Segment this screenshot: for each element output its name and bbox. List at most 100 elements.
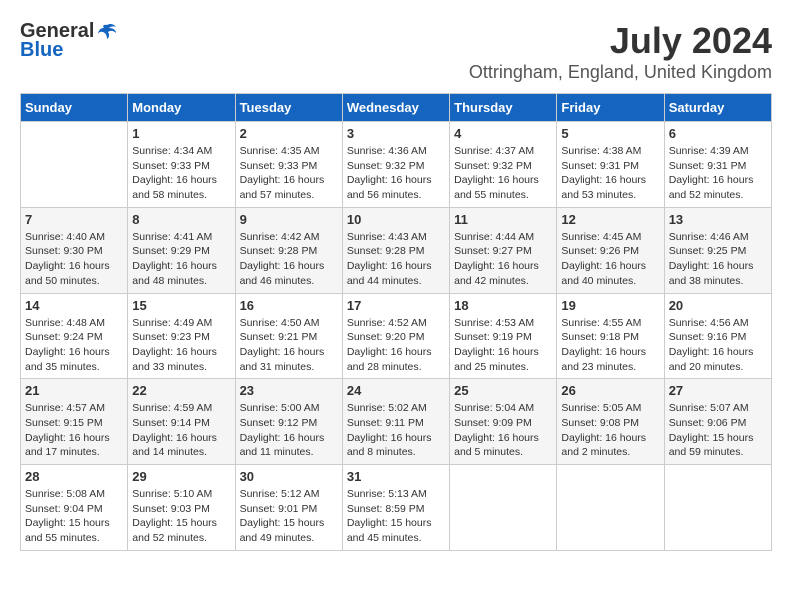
day-info: Sunrise: 5:12 AM Sunset: 9:01 PM Dayligh… [240, 487, 338, 546]
day-info: Sunrise: 4:44 AM Sunset: 9:27 PM Dayligh… [454, 230, 552, 289]
day-number: 5 [561, 126, 659, 141]
day-info: Sunrise: 4:55 AM Sunset: 9:18 PM Dayligh… [561, 316, 659, 375]
table-row: 11 Sunrise: 4:44 AM Sunset: 9:27 PM Dayli… [450, 207, 557, 293]
day-info: Sunrise: 4:45 AM Sunset: 9:26 PM Dayligh… [561, 230, 659, 289]
day-info: Sunrise: 4:40 AM Sunset: 9:30 PM Dayligh… [25, 230, 123, 289]
day-info: Sunrise: 5:07 AM Sunset: 9:06 PM Dayligh… [669, 401, 767, 460]
calendar-week-row: 7 Sunrise: 4:40 AM Sunset: 9:30 PM Daylig… [21, 207, 772, 293]
table-row: 29Sunrise: 5:10 AM Sunset: 9:03 PM Dayli… [128, 465, 235, 551]
day-info: Sunrise: 4:53 AM Sunset: 9:19 PM Dayligh… [454, 316, 552, 375]
day-info: Sunrise: 4:59 AM Sunset: 9:14 PM Dayligh… [132, 401, 230, 460]
table-row: 28 Sunrise: 5:08 AM Sunset: 9:04 PM Dayli… [21, 465, 128, 551]
header-sunday: Sunday [21, 94, 128, 122]
day-info: Sunrise: 4:42 AM Sunset: 9:28 PM Dayligh… [240, 230, 338, 289]
day-number: 14 [25, 298, 123, 313]
day-number: 10 [347, 212, 445, 227]
location-title: Ottringham, England, United Kingdom [469, 62, 772, 83]
table-row: 3 Sunrise: 4:36 AM Sunset: 9:32 PM Daylig… [342, 122, 449, 208]
day-number: 8 [132, 212, 230, 227]
day-number: 12 [561, 212, 659, 227]
day-info: Sunrise: 4:41 AM Sunset: 9:29 PM Dayligh… [132, 230, 230, 289]
day-info: Sunrise: 4:56 AM Sunset: 9:16 PM Dayligh… [669, 316, 767, 375]
day-info: Sunrise: 4:35 AM Sunset: 9:33 PM Dayligh… [240, 144, 338, 203]
header-monday: Monday [128, 94, 235, 122]
day-number: 23 [240, 383, 338, 398]
day-info: Sunrise: 5:04 AM Sunset: 9:09 PM Dayligh… [454, 401, 552, 460]
table-row: 16Sunrise: 4:50 AM Sunset: 9:21 PM Dayli… [235, 293, 342, 379]
header-saturday: Saturday [664, 94, 771, 122]
table-row: 13 Sunrise: 4:46 AM Sunset: 9:25 PM Dayli… [664, 207, 771, 293]
table-row: 22 Sunrise: 4:59 AM Sunset: 9:14 PM Dayli… [128, 379, 235, 465]
day-info: Sunrise: 5:05 AM Sunset: 9:08 PM Dayligh… [561, 401, 659, 460]
day-number: 31 [347, 469, 445, 484]
day-info: Sunrise: 4:34 AM Sunset: 9:33 PM Dayligh… [132, 144, 230, 203]
calendar-week-row: 14 Sunrise: 4:48 AM Sunset: 9:24 PM Dayli… [21, 293, 772, 379]
table-row: 20 Sunrise: 4:56 AM Sunset: 9:16 PM Dayli… [664, 293, 771, 379]
table-row [450, 465, 557, 551]
day-number: 17 [347, 298, 445, 313]
day-info: Sunrise: 4:37 AM Sunset: 9:32 PM Dayligh… [454, 144, 552, 203]
table-row: 24Sunrise: 5:02 AM Sunset: 9:11 PM Dayli… [342, 379, 449, 465]
table-row: 9 Sunrise: 4:42 AM Sunset: 9:28 PM Daylig… [235, 207, 342, 293]
table-row: 6 Sunrise: 4:39 AM Sunset: 9:31 PM Daylig… [664, 122, 771, 208]
day-number: 4 [454, 126, 552, 141]
day-info: Sunrise: 4:46 AM Sunset: 9:25 PM Dayligh… [669, 230, 767, 289]
table-row: 31Sunrise: 5:13 AM Sunset: 8:59 PM Dayli… [342, 465, 449, 551]
table-row: 5Sunrise: 4:38 AM Sunset: 9:31 PM Daylig… [557, 122, 664, 208]
table-row: 12 Sunrise: 4:45 AM Sunset: 9:26 PM Dayli… [557, 207, 664, 293]
logo-bird-icon [96, 21, 118, 43]
title-area: July 2024 Ottringham, England, United Ki… [469, 20, 772, 83]
day-info: Sunrise: 4:49 AM Sunset: 9:23 PM Dayligh… [132, 316, 230, 375]
day-info: Sunrise: 4:50 AM Sunset: 9:21 PM Dayligh… [240, 316, 338, 375]
calendar-table: Sunday Monday Tuesday Wednesday Thursday… [20, 93, 772, 551]
day-info: Sunrise: 4:36 AM Sunset: 9:32 PM Dayligh… [347, 144, 445, 203]
header-tuesday: Tuesday [235, 94, 342, 122]
day-number: 9 [240, 212, 338, 227]
day-number: 2 [240, 126, 338, 141]
day-info: Sunrise: 4:52 AM Sunset: 9:20 PM Dayligh… [347, 316, 445, 375]
table-row: 10 Sunrise: 4:43 AM Sunset: 9:28 PM Dayli… [342, 207, 449, 293]
header-friday: Friday [557, 94, 664, 122]
table-row [664, 465, 771, 551]
day-info: Sunrise: 5:08 AM Sunset: 9:04 PM Dayligh… [25, 487, 123, 546]
table-row: 17 Sunrise: 4:52 AM Sunset: 9:20 PM Dayli… [342, 293, 449, 379]
table-row: 1Sunrise: 4:34 AM Sunset: 9:33 PM Daylig… [128, 122, 235, 208]
day-number: 15 [132, 298, 230, 313]
month-title: July 2024 [469, 20, 772, 62]
table-row [21, 122, 128, 208]
day-info: Sunrise: 4:43 AM Sunset: 9:28 PM Dayligh… [347, 230, 445, 289]
day-number: 30 [240, 469, 338, 484]
day-number: 11 [454, 212, 552, 227]
calendar-week-row: 1Sunrise: 4:34 AM Sunset: 9:33 PM Daylig… [21, 122, 772, 208]
table-row: 27Sunrise: 5:07 AM Sunset: 9:06 PM Dayli… [664, 379, 771, 465]
table-row: 19Sunrise: 4:55 AM Sunset: 9:18 PM Dayli… [557, 293, 664, 379]
day-number: 24 [347, 383, 445, 398]
logo: General Blue [20, 20, 118, 62]
day-number: 26 [561, 383, 659, 398]
header-thursday: Thursday [450, 94, 557, 122]
day-number: 6 [669, 126, 767, 141]
day-number: 20 [669, 298, 767, 313]
header-wednesday: Wednesday [342, 94, 449, 122]
day-info: Sunrise: 5:00 AM Sunset: 9:12 PM Dayligh… [240, 401, 338, 460]
day-info: Sunrise: 4:57 AM Sunset: 9:15 PM Dayligh… [25, 401, 123, 460]
table-row: 21Sunrise: 4:57 AM Sunset: 9:15 PM Dayli… [21, 379, 128, 465]
table-row: 4 Sunrise: 4:37 AM Sunset: 9:32 PM Daylig… [450, 122, 557, 208]
calendar-week-row: 28 Sunrise: 5:08 AM Sunset: 9:04 PM Dayli… [21, 465, 772, 551]
day-number: 13 [669, 212, 767, 227]
table-row [557, 465, 664, 551]
weekday-header-row: Sunday Monday Tuesday Wednesday Thursday… [21, 94, 772, 122]
day-number: 18 [454, 298, 552, 313]
day-number: 28 [25, 469, 123, 484]
day-number: 3 [347, 126, 445, 141]
day-info: Sunrise: 4:48 AM Sunset: 9:24 PM Dayligh… [25, 316, 123, 375]
table-row: 25Sunrise: 5:04 AM Sunset: 9:09 PM Dayli… [450, 379, 557, 465]
day-info: Sunrise: 4:39 AM Sunset: 9:31 PM Dayligh… [669, 144, 767, 203]
table-row: 14 Sunrise: 4:48 AM Sunset: 9:24 PM Dayli… [21, 293, 128, 379]
table-row: 23 Sunrise: 5:00 AM Sunset: 9:12 PM Dayli… [235, 379, 342, 465]
day-number: 22 [132, 383, 230, 398]
day-number: 7 [25, 212, 123, 227]
table-row: 15 Sunrise: 4:49 AM Sunset: 9:23 PM Dayli… [128, 293, 235, 379]
table-row: 18 Sunrise: 4:53 AM Sunset: 9:19 PM Dayli… [450, 293, 557, 379]
table-row: 8 Sunrise: 4:41 AM Sunset: 9:29 PM Daylig… [128, 207, 235, 293]
